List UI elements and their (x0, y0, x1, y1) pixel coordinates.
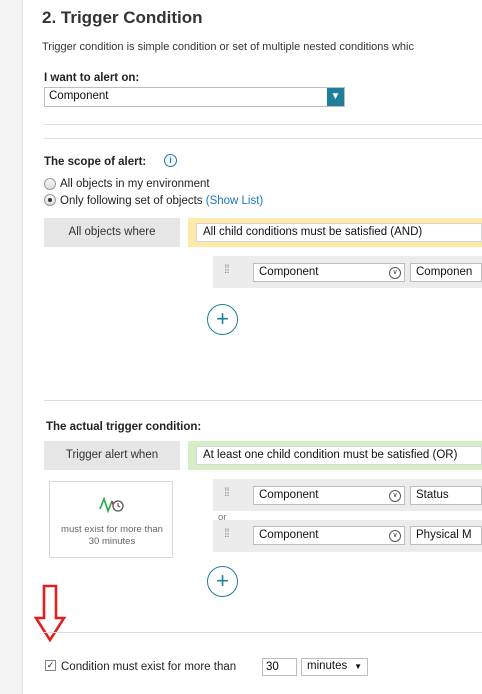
divider (44, 400, 482, 401)
add-trigger-condition-button[interactable]: + (207, 566, 238, 597)
sparkline-clock-icon (99, 496, 124, 514)
divider (44, 632, 482, 633)
and-group-select[interactable]: All child conditions must be satisfied (… (196, 223, 482, 242)
alert-on-value: Component (49, 90, 109, 102)
scope-row-value-select[interactable]: Componen (410, 263, 482, 282)
radio-following-objects-label: Only following set of objects (Show List… (60, 195, 264, 207)
alert-on-select[interactable]: Component ▼ (44, 87, 345, 107)
divider (44, 138, 482, 139)
radio-all-objects[interactable] (44, 178, 56, 190)
condition-duration-label: Condition must exist for more than (61, 661, 237, 673)
condition-duration-checkbox[interactable]: ✓ (45, 660, 56, 671)
show-list-link[interactable]: (Show List) (206, 195, 264, 207)
trigger-row1-field-select[interactable]: Component (253, 486, 405, 505)
chevron-down-icon: ∨ (389, 490, 401, 502)
add-condition-button[interactable]: + (207, 304, 238, 335)
all-objects-where-label: All objects where (44, 218, 180, 247)
chevron-down-icon: ∨ (389, 530, 401, 542)
trigger-row1-value-select[interactable]: Status (410, 486, 482, 505)
duration-card: must exist for more than 30 minutes (49, 481, 173, 558)
trigger-when-label: Trigger alert when (44, 441, 180, 470)
or-group-bar: At least one child condition must be sat… (188, 441, 482, 470)
or-group-select[interactable]: At least one child condition must be sat… (196, 446, 482, 465)
and-group-bar: All child conditions must be satisfied (… (188, 218, 482, 247)
trigger-label: The actual trigger condition: (46, 421, 202, 433)
chevron-down-icon: ▼ (327, 88, 344, 106)
radio-following-objects[interactable] (44, 194, 56, 206)
scope-label: The scope of alert: (44, 156, 147, 168)
drag-handle-icon[interactable]: ⁞⁞ (224, 486, 230, 498)
duration-unit-select[interactable]: minutes ▼ (301, 658, 368, 676)
radio-all-objects-label: All objects in my environment (60, 178, 210, 190)
duration-input[interactable]: 30 (262, 658, 297, 676)
red-arrow-icon (33, 584, 67, 643)
drag-handle-icon[interactable]: ⁞⁞ (224, 527, 230, 539)
trigger-row2-value-select[interactable]: Physical M (410, 526, 482, 545)
trigger-row2-field-select[interactable]: Component (253, 526, 405, 545)
info-icon[interactable]: i (164, 154, 177, 167)
chevron-down-icon: ∨ (389, 267, 401, 279)
dropdown-arrow-icon: ▼ (354, 662, 362, 671)
scope-row-field-select[interactable]: Component (253, 263, 405, 282)
duration-card-text: must exist for more than 30 minutes (61, 524, 163, 547)
alert-on-label: I want to alert on: (44, 72, 140, 84)
drag-handle-icon[interactable]: ⁞⁞ (224, 263, 230, 275)
divider (44, 124, 482, 125)
section-description: Trigger condition is simple condition or… (42, 41, 414, 53)
section-title: 2. Trigger Condition (42, 8, 203, 27)
